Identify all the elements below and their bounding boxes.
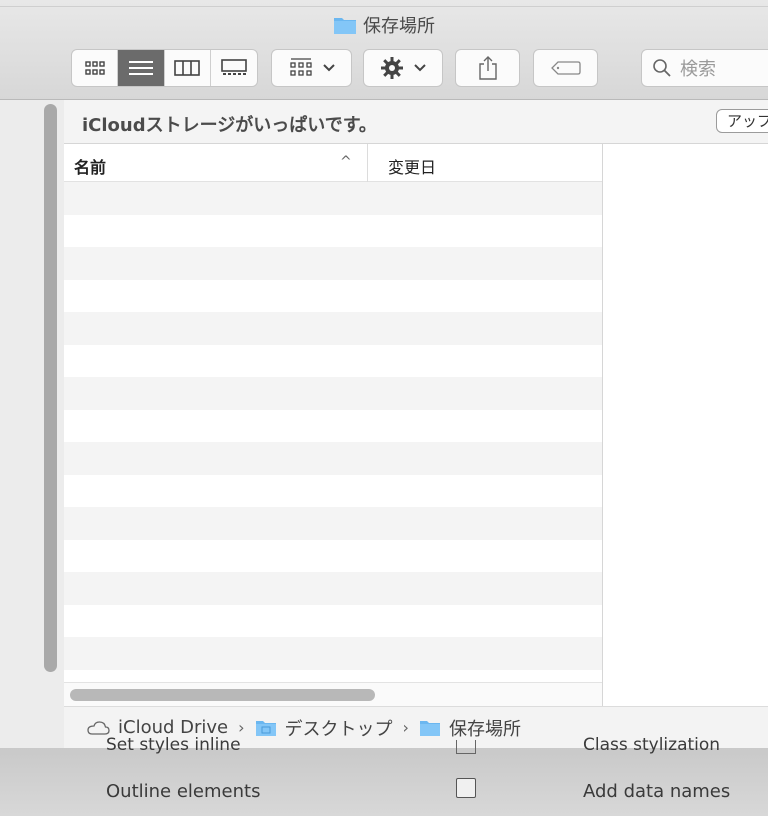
list-row [64, 410, 602, 443]
action-button[interactable] [363, 49, 443, 87]
finder-window: 保存場所 検索 iCloudストレージがいっぱいです。 アップ 名前 ^ 変更日… [0, 0, 768, 816]
chevron-down-icon [414, 64, 426, 72]
column-view-icon [174, 60, 200, 76]
folder-icon [333, 15, 357, 40]
gallery-view-button[interactable] [211, 50, 257, 86]
cloud-icon [87, 720, 110, 735]
list-row [64, 312, 602, 345]
column-view-button[interactable] [165, 50, 211, 86]
preview-pane [603, 144, 768, 706]
window-title: 保存場所 [0, 12, 768, 40]
list-view-button[interactable] [118, 50, 165, 86]
list-row [64, 637, 602, 670]
storage-full-message: iCloudストレージがいっぱいです。 [82, 115, 377, 136]
group-icon [289, 58, 312, 76]
column-divider[interactable] [367, 144, 368, 182]
list-row [64, 247, 602, 280]
list-row [64, 572, 602, 605]
add-data-names-label: Add data names [583, 781, 731, 802]
icon-view-icon [84, 61, 105, 75]
horizontal-scrollbar [64, 682, 602, 706]
file-list: 名前 ^ 変更日 [64, 144, 603, 706]
icon-view-button[interactable] [72, 50, 119, 86]
sidebar-scrollbar[interactable] [44, 104, 57, 672]
storage-full-banner: iCloudストレージがいっぱいです。 アップ [64, 100, 768, 144]
sort-ascending-icon[interactable]: ^ [340, 154, 352, 170]
tag-button[interactable] [533, 49, 598, 87]
search-placeholder: 検索 [680, 59, 716, 80]
outline-elements-label: Outline elements [106, 781, 261, 802]
set-styles-inline-label: Set styles inline [106, 735, 241, 755]
window-title-text: 保存場所 [363, 16, 435, 37]
list-row [64, 540, 602, 573]
list-row [64, 442, 602, 475]
view-mode-segmented [71, 49, 258, 87]
column-header-name[interactable]: 名前 [74, 154, 106, 178]
list-view-icon [128, 61, 153, 75]
titlebar-edge [0, 6, 768, 7]
sidebar [0, 100, 64, 748]
list-row [64, 280, 602, 313]
share-button[interactable] [455, 49, 520, 87]
column-header-date[interactable]: 変更日 [388, 154, 436, 178]
tag-icon [550, 61, 581, 75]
list-row [64, 605, 602, 638]
group-button[interactable] [271, 49, 352, 87]
list-row [64, 215, 602, 248]
search-field[interactable]: 検索 [641, 49, 768, 87]
upgrade-button[interactable]: アップ [716, 109, 768, 133]
options-panel: Set styles inline Class stylization Outl… [0, 735, 768, 816]
gallery-view-icon [221, 59, 247, 75]
outline-elements-checkbox[interactable] [456, 778, 476, 798]
list-row [64, 507, 602, 540]
horizontal-scroll-thumb[interactable] [70, 689, 375, 701]
list-row [64, 345, 602, 378]
search-icon [653, 59, 671, 77]
folder-icon [419, 720, 440, 736]
chevron-right-icon: › [402, 718, 409, 737]
folder-icon [255, 720, 276, 736]
chevron-down-icon [322, 64, 335, 72]
set-styles-inline-checkbox[interactable] [456, 740, 476, 754]
titlebar: 保存場所 検索 [0, 0, 768, 100]
list-row [64, 377, 602, 410]
path-item-save-location[interactable]: 保存場所 [449, 715, 521, 741]
list-rows [64, 182, 602, 682]
share-icon [478, 56, 497, 80]
path-item-desktop[interactable]: デスクトップ [285, 715, 393, 741]
list-header: 名前 ^ 変更日 [64, 144, 602, 182]
list-row [64, 182, 602, 215]
list-row [64, 475, 602, 508]
class-stylization-label: Class stylization [583, 735, 721, 755]
gear-icon [381, 57, 403, 79]
